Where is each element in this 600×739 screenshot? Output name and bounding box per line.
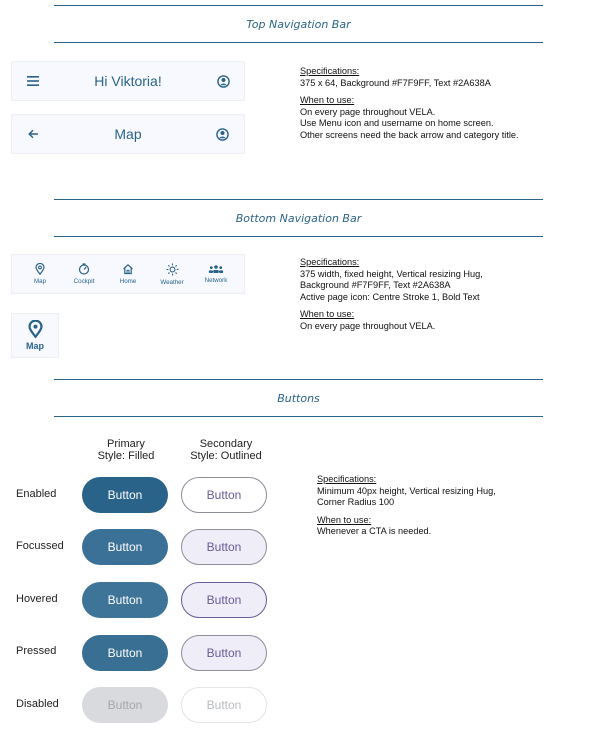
spec-heading: Specifications: bbox=[300, 66, 360, 76]
spec-line: 375 width, fixed height, Vertical resizi… bbox=[300, 268, 483, 279]
bottom-nav-section-title: Bottom Navigation Bar bbox=[235, 211, 362, 225]
primary-button-pressed[interactable]: Button bbox=[82, 635, 168, 671]
top-nav-section-title: Top Navigation Bar bbox=[246, 17, 351, 31]
secondary-button-pressed[interactable]: Button bbox=[181, 635, 267, 671]
buttons-section-title: Buttons bbox=[277, 391, 320, 405]
bottom-nav-item-cockpit[interactable]: Cockpit bbox=[62, 263, 106, 285]
state-label-disabled: Disabled bbox=[16, 698, 59, 710]
bottom-nav-label: Map bbox=[33, 278, 47, 285]
primary-button-disabled: Button bbox=[82, 687, 168, 723]
when-to-use-line: On every page throughout VELA. bbox=[300, 320, 436, 331]
bottom-nav-bar: Map Cockpit Home Weather Network bbox=[11, 254, 245, 294]
home-icon bbox=[123, 263, 133, 275]
state-label-hovered: Hovered bbox=[16, 593, 58, 605]
top-nav-bar-category: Map bbox=[11, 114, 245, 154]
spec-line: Background #F7F9FF, Text #2A638A bbox=[300, 280, 451, 290]
buttons-section-header: Buttons bbox=[54, 379, 543, 417]
bottom-nav-label: Home bbox=[119, 278, 137, 285]
state-label-focussed: Focussed bbox=[16, 540, 64, 552]
account-circle-icon[interactable] bbox=[216, 127, 230, 141]
when-to-use-heading: When to use: bbox=[317, 514, 372, 525]
secondary-button-enabled[interactable]: Button bbox=[181, 477, 267, 513]
secondary-button-focussed[interactable]: Button bbox=[181, 529, 267, 565]
secondary-button-hovered[interactable]: Button bbox=[181, 582, 267, 618]
bottom-nav-item-network[interactable]: Network bbox=[194, 264, 238, 284]
bottom-nav-section-header: Bottom Navigation Bar bbox=[54, 199, 543, 237]
when-to-use-line: Use Menu icon and username on home scree… bbox=[300, 118, 494, 128]
primary-button-focussed[interactable]: Button bbox=[82, 529, 168, 565]
spec-text: 375 x 64, Background #F7F9FF, Text #2A63… bbox=[300, 77, 491, 88]
category-title: Map bbox=[114, 126, 142, 142]
arrow-left-icon[interactable] bbox=[26, 127, 40, 141]
secondary-header-line: Style: Outlined bbox=[190, 450, 262, 462]
when-to-use-line: Whenever a CTA is needed. bbox=[317, 526, 432, 536]
spec-heading: Specifications: bbox=[317, 474, 377, 484]
primary-button-hovered[interactable]: Button bbox=[82, 582, 168, 618]
bottom-nav-active-label: Map bbox=[26, 341, 44, 351]
speedometer-icon bbox=[78, 263, 90, 275]
top-nav-section-header: Top Navigation Bar bbox=[54, 5, 543, 43]
secondary-button-disabled: Button bbox=[181, 687, 267, 723]
bottom-nav-label: Weather bbox=[160, 278, 184, 286]
primary-header-line: Primary bbox=[107, 438, 145, 450]
spec-heading: Specifications: bbox=[300, 257, 360, 267]
when-to-use-heading: When to use: bbox=[300, 95, 355, 105]
bottom-nav-active-item[interactable]: Map bbox=[11, 313, 59, 358]
location-pin-icon bbox=[27, 320, 43, 338]
people-group-icon bbox=[208, 265, 224, 273]
spec-line: Active page icon: Centre Stroke 1, Bold … bbox=[300, 291, 480, 302]
bottom-nav-label: Network bbox=[204, 277, 228, 284]
secondary-column-header: Secondary Style: Outlined bbox=[174, 438, 278, 462]
top-nav-bar-home: Hi Viktoria! bbox=[11, 61, 245, 101]
account-circle-icon[interactable] bbox=[216, 74, 230, 88]
when-to-use-line: Other screens need the back arrow and ca… bbox=[300, 129, 519, 140]
primary-button-enabled[interactable]: Button bbox=[82, 477, 168, 513]
primary-header-line: Style: Filled bbox=[97, 450, 155, 462]
location-pin-icon bbox=[35, 263, 45, 275]
sun-icon bbox=[166, 263, 178, 275]
secondary-header-line: Secondary bbox=[199, 438, 253, 450]
state-label-enabled: Enabled bbox=[16, 488, 57, 500]
when-to-use-heading: When to use: bbox=[300, 309, 355, 319]
when-to-use-line: On every page throughout VELA. bbox=[300, 106, 436, 117]
bottom-nav-item-home[interactable]: Home bbox=[106, 263, 150, 285]
bottom-nav-label: Cockpit bbox=[73, 278, 95, 285]
state-label-pressed: Pressed bbox=[16, 645, 57, 657]
buttons-spec: Specifications: Minimum 40px height, Ver… bbox=[317, 474, 496, 538]
primary-column-header: Primary Style: Filled bbox=[78, 438, 174, 462]
bottom-nav-spec: Specifications: 375 width, fixed height,… bbox=[300, 257, 483, 332]
home-greeting-title: Hi Viktoria! bbox=[94, 73, 162, 89]
hamburger-menu-icon[interactable] bbox=[26, 74, 40, 88]
spec-line: Minimum 40px height, Vertical resizing H… bbox=[317, 485, 496, 496]
bottom-nav-item-map[interactable]: Map bbox=[18, 263, 62, 285]
top-nav-spec: Specifications: 375 x 64, Background #F7… bbox=[300, 66, 519, 141]
spec-line: Corner Radius 100 bbox=[317, 497, 395, 507]
bottom-nav-item-weather[interactable]: Weather bbox=[150, 263, 194, 286]
